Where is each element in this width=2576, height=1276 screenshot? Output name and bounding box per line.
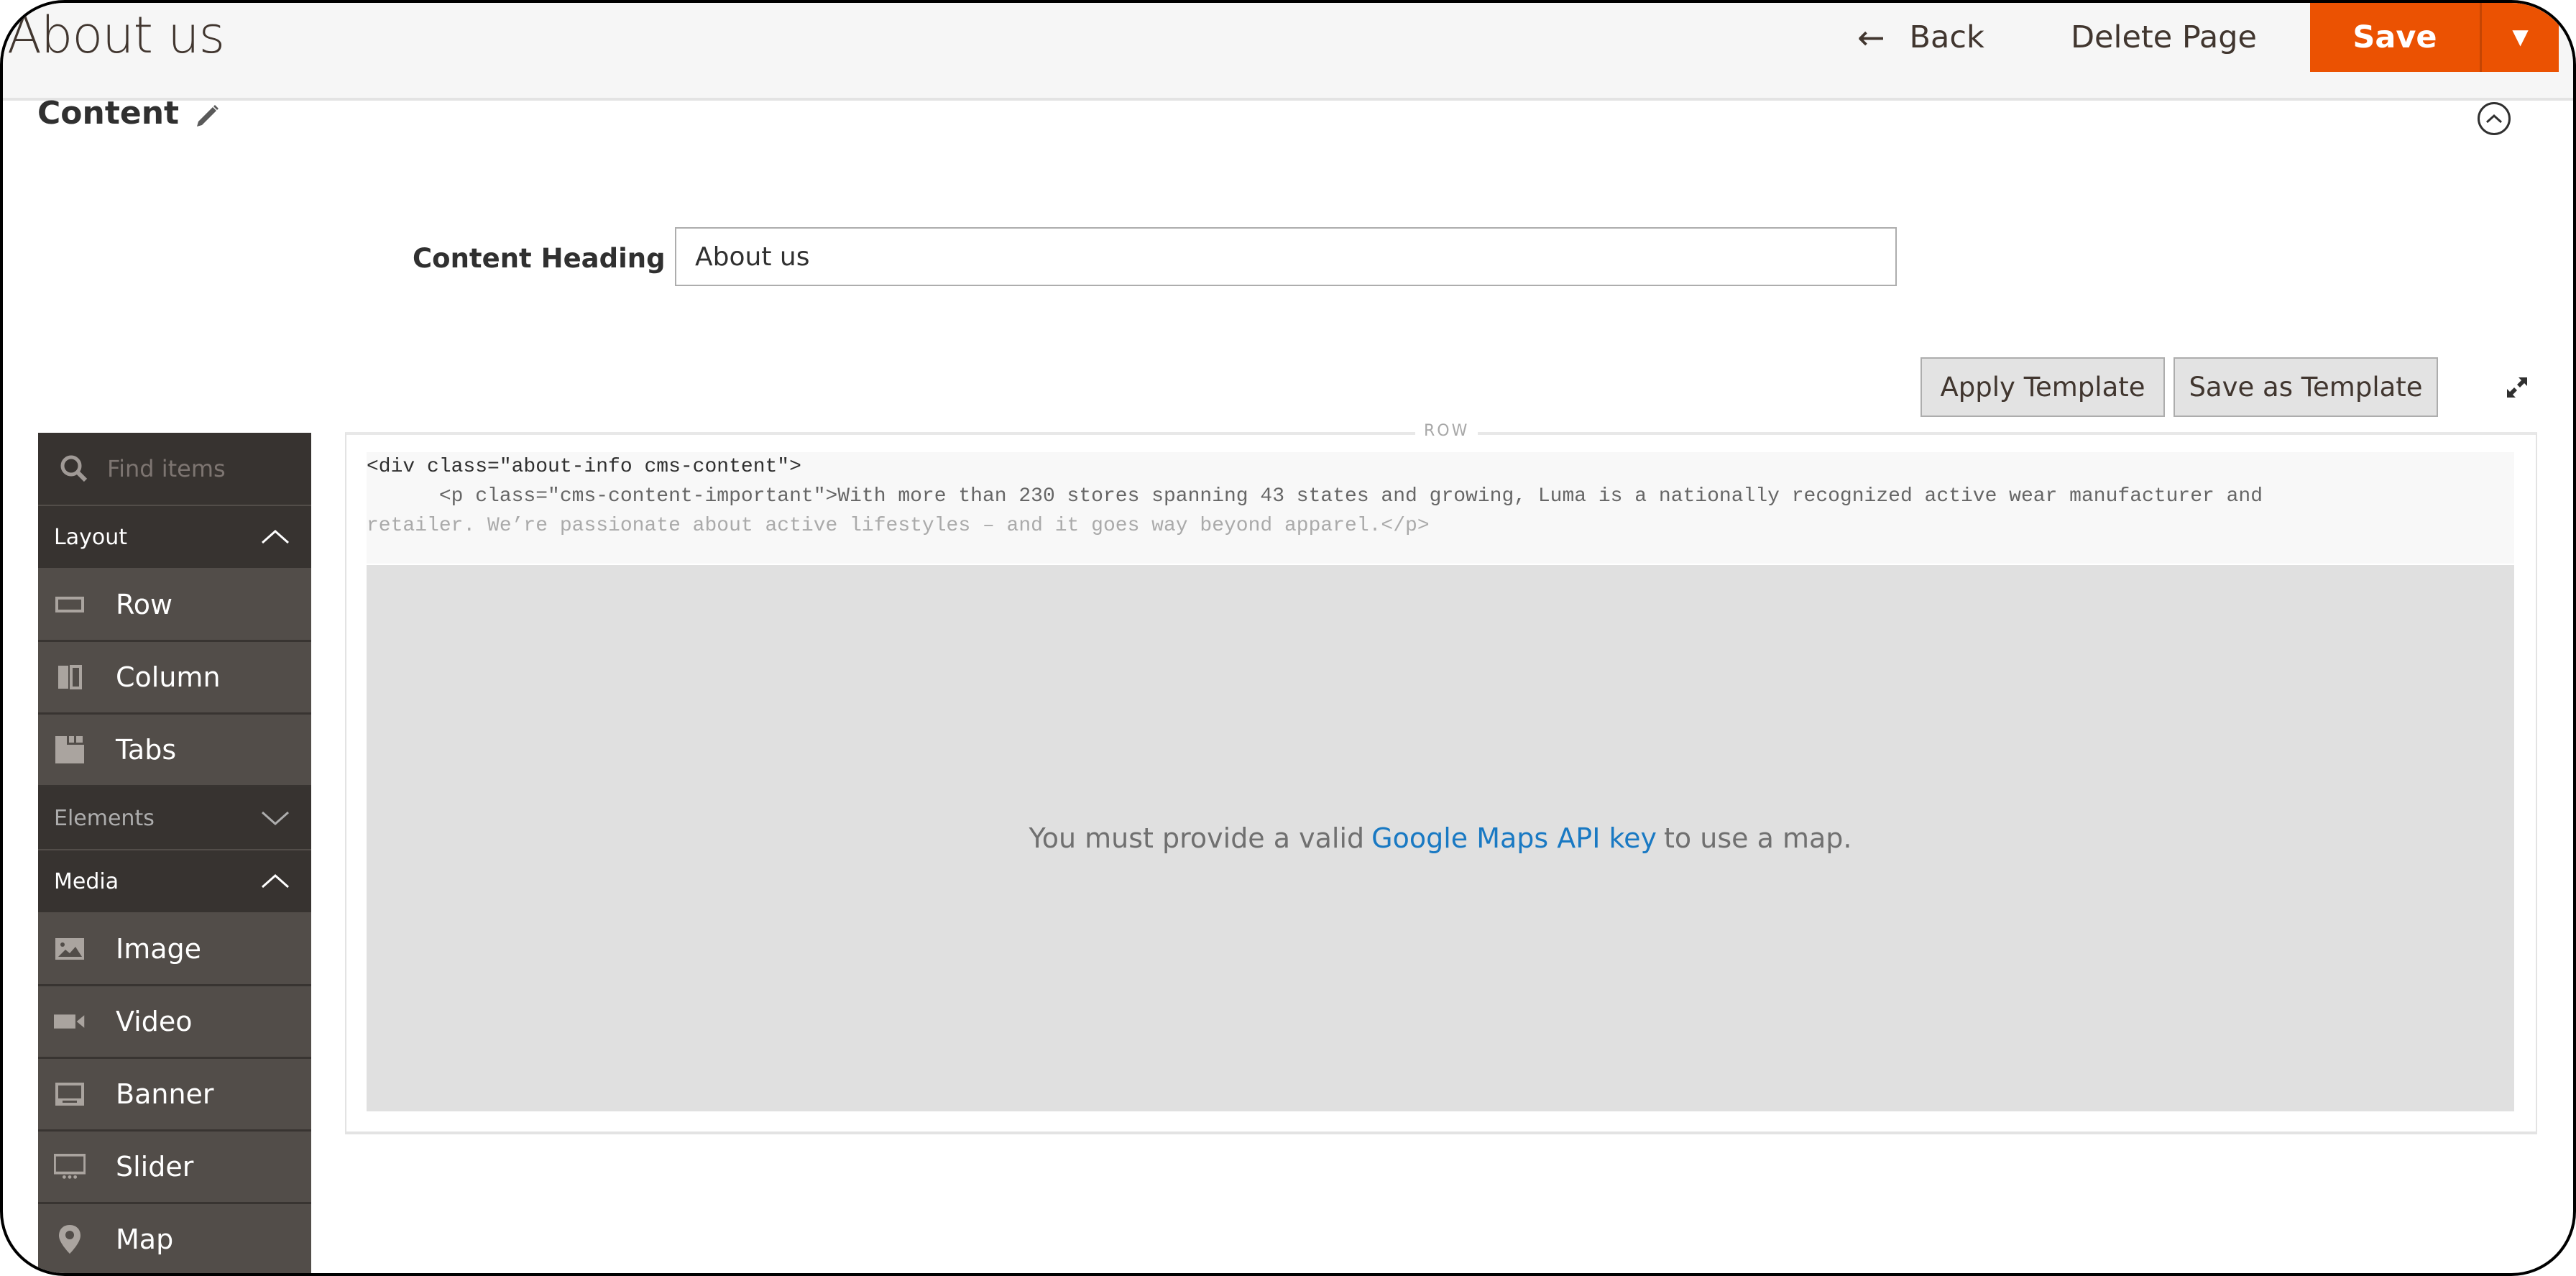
back-button[interactable]: ← Back xyxy=(1857,18,1984,57)
header-actions: ← Back Delete Page Save ▼ xyxy=(1857,3,2559,72)
group-layout[interactable]: Layout xyxy=(38,506,311,569)
map-message-after: to use a map. xyxy=(1664,822,1852,854)
chevron-up-icon xyxy=(262,529,289,544)
map-pin-icon xyxy=(54,1225,86,1254)
pencil-icon[interactable] xyxy=(193,102,221,131)
sidebar-item-column[interactable]: Column xyxy=(38,642,311,715)
banner-icon xyxy=(54,1080,86,1109)
row-label: ROW xyxy=(1415,422,1478,440)
expand-icon[interactable] xyxy=(2503,373,2531,402)
group-media[interactable]: Media xyxy=(38,850,311,914)
group-elements[interactable]: Elements xyxy=(38,787,311,850)
column-icon xyxy=(54,663,86,692)
chevron-up-icon xyxy=(262,873,289,889)
sidebar-item-tabs[interactable]: Tabs xyxy=(38,715,311,787)
row-bottom-border xyxy=(345,1132,2537,1134)
sidebar-item-video[interactable]: Video xyxy=(38,986,311,1059)
save-options-toggle[interactable]: ▼ xyxy=(2480,3,2559,72)
sidebar-item-image[interactable]: Image xyxy=(38,914,311,986)
content-types-panel: Layout Row Column Tabs Elements Media Im… xyxy=(38,433,311,1273)
html-code-block[interactable]: <div class="about-info cms-content"> <p … xyxy=(367,452,2514,564)
group-label: Layout xyxy=(54,524,127,550)
sidebar-item-banner[interactable]: Banner xyxy=(38,1059,311,1132)
item-label: Banner xyxy=(116,1078,214,1110)
find-items-input[interactable] xyxy=(107,455,308,482)
code-line: <div class="about-info cms-content"> xyxy=(367,456,801,478)
delete-page-button[interactable]: Delete Page xyxy=(2071,19,2257,55)
sidebar-item-map[interactable]: Map xyxy=(38,1204,311,1273)
item-label: Image xyxy=(116,933,202,965)
item-label: Map xyxy=(116,1224,174,1255)
page-header: About us ← Back Delete Page Save ▼ xyxy=(3,3,2573,101)
item-label: Row xyxy=(116,589,173,620)
map-placeholder[interactable]: You must provide a valid Google Maps API… xyxy=(367,565,2514,1111)
slider-icon xyxy=(54,1152,86,1181)
item-label: Tabs xyxy=(116,734,177,766)
find-items-search xyxy=(38,433,311,506)
chevron-down-icon xyxy=(262,811,289,826)
back-label: Back xyxy=(1909,19,1984,55)
search-icon xyxy=(60,455,88,482)
content-heading-input[interactable] xyxy=(675,227,1897,286)
group-label: Media xyxy=(54,868,119,894)
item-label: Slider xyxy=(116,1151,194,1183)
group-label: Elements xyxy=(54,805,155,831)
item-label: Video xyxy=(116,1006,193,1037)
item-label: Column xyxy=(116,661,221,693)
content-heading-label: Content Heading xyxy=(413,243,666,274)
save-as-template-button[interactable]: Save as Template xyxy=(2174,357,2438,417)
tabs-icon xyxy=(54,735,86,764)
apply-template-button[interactable]: Apply Template xyxy=(1920,357,2165,417)
code-line: retailer. We’re passionate about active … xyxy=(367,515,1430,537)
sidebar-item-slider[interactable]: Slider xyxy=(38,1132,311,1204)
sidebar-item-row[interactable]: Row xyxy=(38,569,311,642)
section-title: Content xyxy=(37,95,180,132)
triangle-down-icon: ▼ xyxy=(2506,22,2534,52)
code-line: <p class="cms-content-important">With mo… xyxy=(367,485,2263,508)
video-icon xyxy=(54,1007,86,1036)
row-icon xyxy=(54,590,86,619)
save-button[interactable]: Save xyxy=(2310,3,2480,72)
google-maps-api-key-link[interactable]: Google Maps API key xyxy=(1371,822,1657,854)
page-title: About us xyxy=(7,6,225,65)
chevron-up-circle-icon[interactable] xyxy=(2478,102,2511,135)
app-window: About us ← Back Delete Page Save ▼ Conte… xyxy=(0,0,2576,1276)
arrow-left-icon: ← xyxy=(1857,18,1885,57)
map-message-before: You must provide a valid xyxy=(1029,822,1365,854)
image-icon xyxy=(54,935,86,963)
save-button-group: Save ▼ xyxy=(2310,3,2559,72)
